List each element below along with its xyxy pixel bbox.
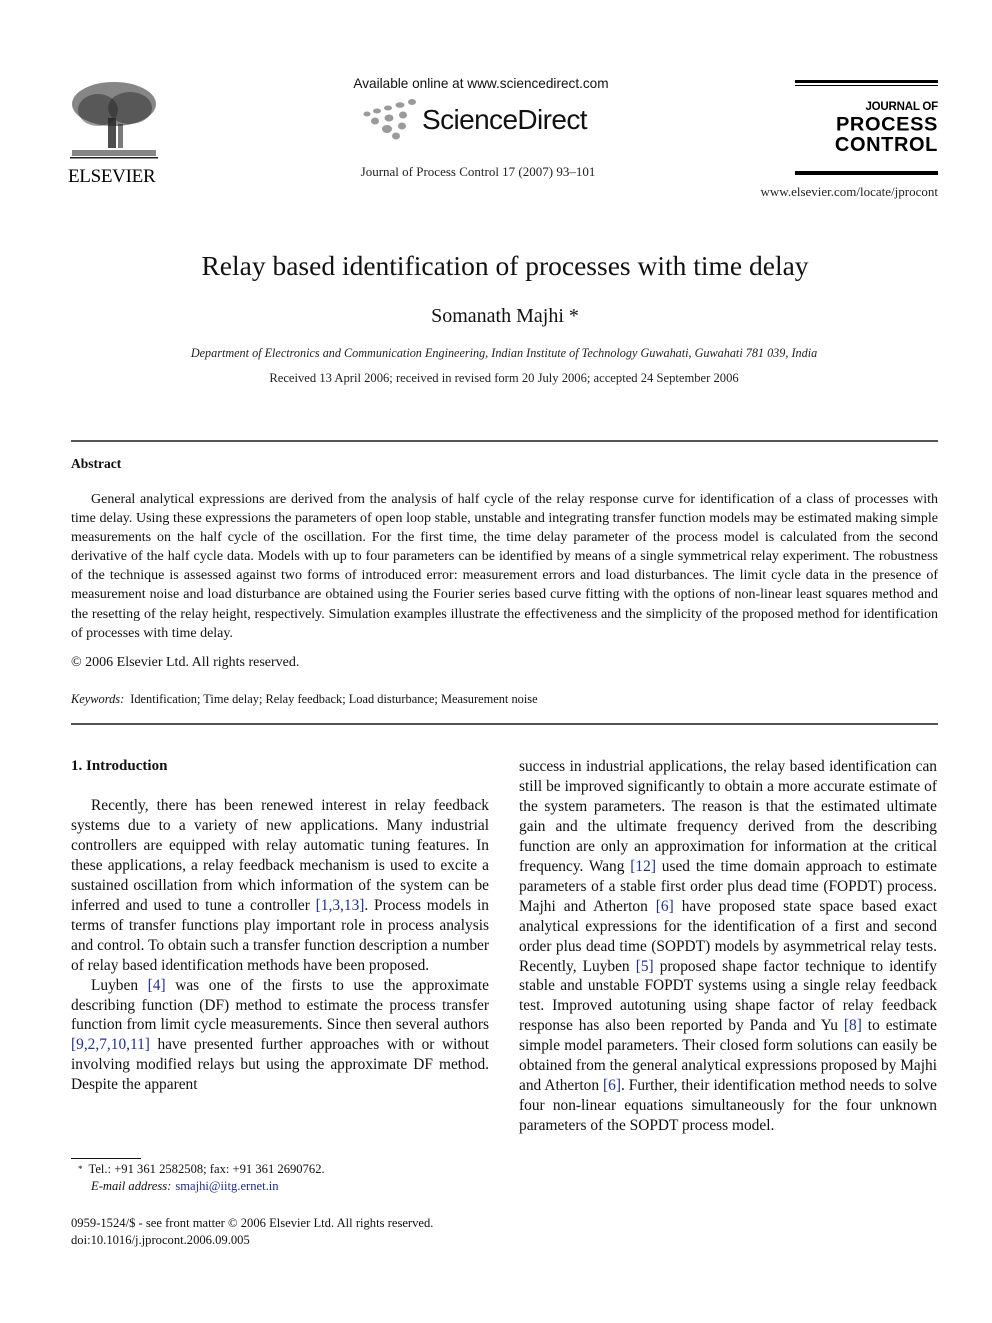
right-column: success in industrial applications, the … <box>519 757 937 1136</box>
doi-line[interactable]: doi:10.1016/j.jprocont.2006.09.005 <box>71 1232 433 1249</box>
elsevier-logo: ELSEVIER <box>68 80 163 187</box>
author-affiliation: Department of Electronics and Communicat… <box>190 346 818 360</box>
article-dates: Received 13 April 2006; received in revi… <box>269 371 739 385</box>
citation-link[interactable]: [5] <box>636 958 654 975</box>
abstract-heading: Abstract <box>71 456 122 471</box>
journal-logo-line3: CONTROL <box>834 133 938 156</box>
logo-rule <box>795 80 938 83</box>
journal-logo-line1: JOURNAL OF <box>865 101 938 113</box>
left-column: Recently, there has been renewed interes… <box>71 796 489 1095</box>
citation-link[interactable]: [4] <box>148 977 166 994</box>
abstract-text: General analytical expressions are deriv… <box>71 492 938 641</box>
journal-citation: Journal of Process Control 17 (2007) 93–… <box>360 164 596 179</box>
logo-rule <box>795 171 938 175</box>
contact-info: Tel.: +91 361 2582508; fax: +91 361 2690… <box>88 1162 325 1176</box>
citation-link[interactable]: [6] <box>656 898 674 915</box>
abstract-bottom-divider <box>71 723 938 725</box>
email-label: E-mail address: <box>91 1179 172 1193</box>
elsevier-tree-icon <box>70 82 158 159</box>
sciencedirect-dots-icon <box>363 99 416 140</box>
citation-link[interactable]: [8] <box>844 1017 862 1034</box>
keywords-label: Keywords: <box>71 692 125 706</box>
available-online-text[interactable]: Available online at www.sciencedirect.co… <box>336 76 626 91</box>
issn-line: 0959-1524/$ - see front matter © 2006 El… <box>71 1216 434 1230</box>
keywords: Keywords: Identification; Time delay; Rel… <box>71 692 538 707</box>
citation-link[interactable]: [12] <box>630 858 656 875</box>
paper-title: Relay based identification of processes … <box>201 250 809 281</box>
email-link[interactable]: smajhi@iitg.ernet.in <box>175 1179 278 1193</box>
journal-logo-line2: PROCESS <box>835 114 938 135</box>
footnote-marker: * <box>78 1164 83 1174</box>
abstract-body: General analytical expressions are deriv… <box>71 490 938 643</box>
sciencedirect-wordmark: ScienceDirect <box>422 104 588 135</box>
author-footnote: * Tel.: +91 361 2582508; fax: +91 361 269… <box>78 1161 325 1195</box>
sciencedirect-logo[interactable]: ScienceDirect <box>360 98 610 142</box>
paragraph-text: Luyben <box>91 976 148 994</box>
abstract-top-divider <box>71 440 938 442</box>
paragraph: success in industrial applications, the … <box>519 757 937 1136</box>
citation-link[interactable]: [1,3,13] <box>316 897 365 914</box>
elsevier-wordmark: ELSEVIER <box>68 166 156 187</box>
citation-link[interactable]: [6] <box>603 1077 621 1094</box>
keywords-list: Identification; Time delay; Relay feedba… <box>130 692 538 706</box>
paragraph: Luyben [4] was one of the firsts to use … <box>71 976 489 1096</box>
paragraph: Recently, there has been renewed interes… <box>71 796 489 976</box>
author-name: Somanath Majhi * <box>431 305 579 327</box>
journal-url[interactable]: www.elsevier.com/locate/jprocont <box>730 184 939 200</box>
logo-rule <box>795 85 938 86</box>
abstract-copyright: © 2006 Elsevier Ltd. All rights reserved… <box>71 655 300 670</box>
section-heading-introduction: 1. Introduction <box>71 758 168 774</box>
citation-link[interactable]: [9,2,7,10,11] <box>71 1036 150 1053</box>
journal-logo: JOURNAL OF PROCESS CONTROL <box>795 80 938 180</box>
footnote-divider <box>71 1158 141 1159</box>
front-matter: 0959-1524/$ - see front matter © 2006 El… <box>71 1215 433 1249</box>
